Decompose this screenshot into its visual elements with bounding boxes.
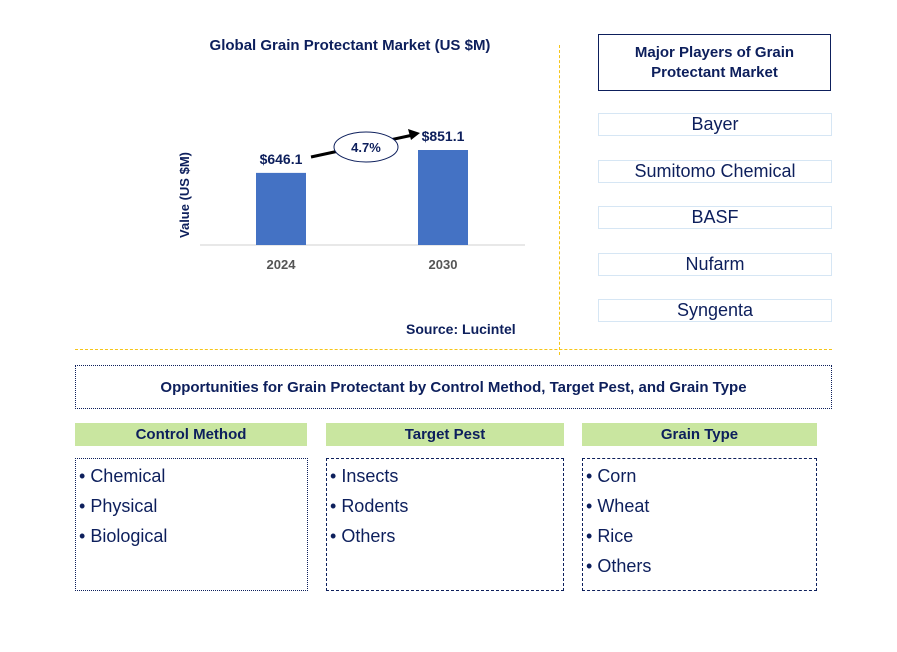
category-header-grain-type: Grain Type	[582, 423, 817, 446]
opportunities-title: Opportunities for Grain Protectant by Co…	[75, 365, 832, 409]
chart-title: Global Grain Protectant Market (US $M)	[209, 37, 491, 54]
list-item: Wheat	[583, 491, 816, 521]
list-item: Biological	[76, 521, 307, 551]
category-list-target-pest: Insects Rodents Others	[326, 458, 564, 591]
list-item: Others	[583, 551, 816, 581]
source-label: Source: Lucintel	[406, 321, 516, 337]
bar-2024	[256, 172, 306, 245]
list-item: Chemical	[76, 461, 307, 491]
data-label-2030: $851.1	[422, 128, 465, 144]
cagr-annotation: 4.7%	[310, 129, 420, 163]
cagr-arrow-head	[408, 129, 420, 140]
list-item: Others	[327, 521, 563, 551]
player-basf: BASF	[598, 206, 832, 229]
list-item: Corn	[583, 461, 816, 491]
category-header-target-pest: Target Pest	[326, 423, 564, 446]
horizontal-separator	[75, 349, 832, 350]
list-item: Physical	[76, 491, 307, 521]
bar-2030	[418, 150, 468, 245]
data-label-2024: $646.1	[260, 151, 303, 167]
players-title-text: Major Players of Grain Protectant Market	[634, 43, 795, 81]
player-bayer: Bayer	[598, 113, 832, 136]
vertical-separator	[559, 45, 560, 355]
cagr-label: 4.7%	[351, 140, 381, 155]
players-title: Major Players of Grain Protectant Market	[598, 34, 831, 91]
player-syngenta: Syngenta	[598, 299, 832, 322]
category-list-control-method: Chemical Physical Biological	[75, 458, 308, 591]
list-item: Rice	[583, 521, 816, 551]
y-axis-label: Value (US $M)	[177, 152, 192, 238]
bar-chart: Value (US $M) $646.1 2024 $851.1 2030 4.7%	[177, 128, 525, 272]
list-item: Insects	[327, 461, 563, 491]
player-sumitomo: Sumitomo Chemical	[598, 160, 832, 183]
x-tick-2030: 2030	[429, 257, 458, 272]
player-nufarm: Nufarm	[598, 253, 832, 276]
category-list-grain-type: Corn Wheat Rice Others	[582, 458, 817, 591]
list-item: Rodents	[327, 491, 563, 521]
x-tick-2024: 2024	[267, 257, 297, 272]
category-header-control-method: Control Method	[75, 423, 307, 446]
